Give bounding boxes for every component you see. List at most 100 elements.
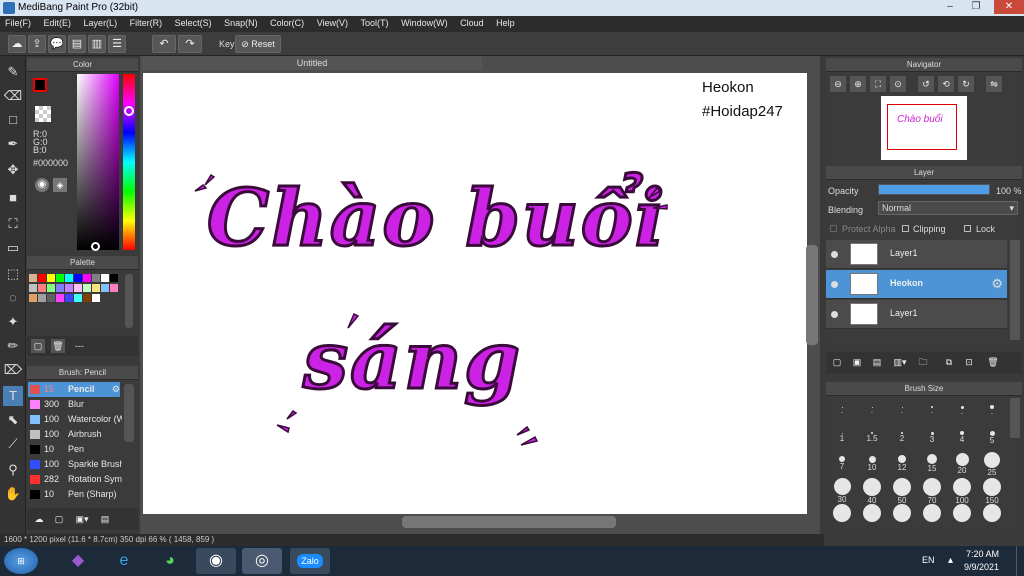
operation-tool-icon[interactable]: ⬉ — [3, 410, 23, 430]
brush-list-item[interactable]: 300 Blur — [28, 397, 120, 412]
brush-size-option[interactable]: 20 — [948, 452, 976, 475]
menu-view[interactable]: View(V) — [312, 16, 353, 30]
brush-size-option[interactable] — [918, 504, 946, 522]
new-8bit-layer-icon[interactable]: ▤ — [870, 355, 884, 369]
menu-color[interactable]: Color(C) — [265, 16, 309, 30]
brush-size-option[interactable]: 1.5 — [858, 426, 886, 443]
shape-tool-icon[interactable]: ■ — [3, 188, 23, 208]
palette-swatch[interactable] — [74, 284, 82, 292]
magic-wand-icon[interactable]: ✦ — [3, 312, 23, 332]
palette-swatch[interactable] — [47, 274, 55, 282]
duplicate-layer-icon[interactable]: ⧉ — [942, 355, 956, 369]
palette-swatch[interactable] — [29, 274, 37, 282]
show-desktop-button[interactable] — [1016, 546, 1024, 576]
palette-swatch[interactable] — [83, 294, 91, 302]
palette-swatch[interactable] — [56, 274, 64, 282]
medibang-icon[interactable]: ◎ — [242, 548, 282, 574]
color-picker-handle[interactable] — [91, 242, 100, 251]
message-icon[interactable]: ▤ — [68, 35, 86, 53]
rotate-left-icon[interactable]: ↺ — [918, 76, 934, 92]
brush-size-option[interactable]: 15 — [918, 452, 946, 473]
merge-layer-icon[interactable]: ⊡ — [962, 355, 976, 369]
gear-icon[interactable]: ⚙ — [991, 276, 1003, 292]
brush-size-option[interactable]: 40 — [858, 478, 886, 505]
menu-edit[interactable]: Edit(E) — [39, 16, 77, 30]
brush-list-item[interactable]: 10 Pen — [28, 442, 120, 457]
brush-size-option[interactable]: 70 — [918, 478, 946, 505]
brush-size-option[interactable]: 150 — [978, 478, 1006, 505]
palette-swatch[interactable] — [101, 284, 109, 292]
brush-size-option[interactable]: 3 — [918, 426, 946, 444]
palette-swatch[interactable] — [92, 284, 100, 292]
menu-cloud[interactable]: Cloud — [455, 16, 489, 30]
palette-swatch[interactable] — [65, 284, 73, 292]
palette-swatch[interactable] — [83, 274, 91, 282]
pen-tool-icon[interactable]: ✒ — [3, 134, 23, 154]
clock-date[interactable]: 9/9/2021 — [964, 562, 999, 572]
divide-tool-icon[interactable]: ⟋ — [3, 434, 23, 454]
new-brush-icon[interactable]: ▢ — [51, 511, 67, 527]
brush-cloud-icon[interactable]: ☁ — [31, 511, 47, 527]
visibility-icon[interactable] — [831, 281, 838, 288]
minimize-button[interactable]: – — [938, 0, 962, 14]
brush-size-option[interactable] — [858, 504, 886, 522]
brush-size-option[interactable]: 10 — [858, 452, 886, 472]
visual-studio-icon[interactable]: ◆ — [58, 548, 98, 574]
palette-swatch[interactable] — [92, 294, 100, 302]
layer-row[interactable]: Heokon ⚙ — [826, 270, 1007, 299]
zalo-icon[interactable]: Zalo — [290, 548, 330, 574]
color-saturation-box[interactable] — [77, 74, 119, 250]
brush-settings-icon[interactable]: ▤ — [97, 511, 113, 527]
palette-swatch[interactable] — [74, 294, 82, 302]
brush-size-option[interactable]: 5 — [978, 426, 1006, 445]
lasso-tool-icon[interactable]: ◌ — [3, 288, 23, 308]
palette-swatch[interactable] — [74, 274, 82, 282]
eyedropper-icon[interactable]: ⚲ — [3, 460, 23, 480]
lock-checkbox[interactable] — [964, 225, 971, 232]
cloud-icon[interactable]: ☁ — [8, 35, 26, 53]
redo-button[interactable]: ↷ — [178, 35, 202, 53]
palette-swatch[interactable] — [110, 284, 118, 292]
palette-swatch[interactable] — [47, 294, 55, 302]
close-button[interactable]: ✕ — [994, 0, 1024, 14]
layer-row[interactable]: Layer1 — [826, 240, 1007, 269]
palette-swatch[interactable] — [56, 294, 64, 302]
new-halftone-layer-icon[interactable]: ▣ — [850, 355, 864, 369]
brush-size-option[interactable]: · — [978, 400, 1006, 418]
start-button[interactable]: ⊞ — [4, 548, 38, 574]
visibility-icon[interactable] — [831, 251, 838, 258]
brush-size-option[interactable]: 100 — [948, 478, 976, 505]
document-tab[interactable]: Untitled — [142, 56, 482, 70]
text-tool-icon[interactable]: T — [3, 386, 23, 406]
visibility-icon[interactable] — [831, 311, 838, 318]
palette-swatch[interactable] — [65, 274, 73, 282]
select-pen-icon[interactable]: ✏ — [3, 336, 23, 356]
brush-list-item[interactable]: 100 Airbrush — [28, 427, 120, 442]
drawing-canvas[interactable]: Heokon #Hoidap247 Chào buổi sáng — [143, 73, 807, 514]
delete-layer-icon[interactable]: 🗑 — [986, 355, 1000, 369]
palette-swatch[interactable] — [29, 284, 37, 292]
fill-tool-icon[interactable]: ⛶ — [3, 214, 23, 234]
palette-swatch[interactable] — [38, 284, 46, 292]
palette-swatch[interactable] — [83, 284, 91, 292]
dot-tool-icon[interactable]: □ — [3, 110, 23, 130]
brush-size-option[interactable] — [888, 504, 916, 522]
palette-swatch[interactable] — [65, 294, 73, 302]
zoom-out-icon[interactable]: ⊖ — [830, 76, 846, 92]
brush-size-scrollbar[interactable] — [1010, 398, 1020, 438]
brush-size-option[interactable] — [828, 504, 856, 522]
brush-list-item[interactable]: 100 Sparkle Brush — [28, 457, 122, 472]
palette-scrollbar[interactable] — [125, 274, 133, 328]
document-icon[interactable]: ▥ — [88, 35, 106, 53]
brush-size-option[interactable]: 1 — [828, 426, 856, 443]
palette-swatch[interactable] — [101, 274, 109, 282]
list-icon[interactable]: ☰ — [108, 35, 126, 53]
brush-list-item[interactable]: 10 Pen (Sharp) — [28, 487, 120, 502]
hand-tool-icon[interactable]: ✋ — [3, 484, 23, 504]
brush-size-option[interactable] — [978, 504, 1006, 522]
select-eraser-icon[interactable]: ⌦ — [3, 360, 23, 380]
canvas-horizontal-scrollbar[interactable] — [402, 516, 616, 528]
language-indicator[interactable]: EN — [922, 555, 935, 565]
tray-icon[interactable]: ▴ — [948, 555, 953, 566]
brush-size-option[interactable] — [948, 504, 976, 522]
